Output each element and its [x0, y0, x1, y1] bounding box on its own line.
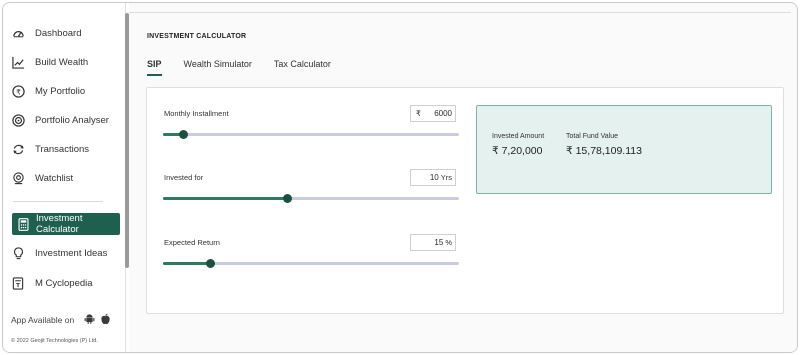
calculator-tabs: SIP Wealth Simulator Tax Calculator	[147, 59, 353, 76]
invested-for-input[interactable]: 10 Yrs	[410, 169, 456, 186]
expected-return-input[interactable]: 15 %	[410, 234, 456, 251]
svg-text:T: T	[16, 283, 20, 289]
sidebar-item-label: M Cyclopedia	[35, 277, 93, 289]
invested-amount-value: ₹ 7,20,000	[492, 145, 543, 157]
invested-for-value: 10	[429, 173, 439, 182]
sidebar-divider	[13, 201, 103, 202]
slider-fill	[163, 197, 288, 200]
sidebar-item-label: Investment Ideas	[35, 247, 108, 259]
dashboard-icon	[11, 26, 25, 40]
calculator-icon	[16, 217, 30, 231]
sip-calculator-card: Monthly Installment ₹ 6000 Invested for …	[146, 87, 784, 314]
app-store-links	[84, 313, 111, 327]
sidebar-item-label: Transactions	[35, 143, 90, 155]
sidebar-item-investment-ideas[interactable]: Investment Ideas	[11, 243, 123, 263]
invested-amount-label: Invested Amount	[492, 133, 545, 140]
sidebar-item-label: Dashboard	[35, 27, 82, 39]
sidebar-item-label: Investment Calculator	[36, 213, 83, 235]
invested-for-unit: Yrs	[440, 173, 452, 182]
total-fund-value: ₹ 15,78,109.113	[566, 145, 642, 157]
rupee-coin-icon: ₹	[11, 84, 25, 98]
sidebar-item-dashboard[interactable]: Dashboard	[11, 23, 123, 43]
refresh-icon	[11, 142, 25, 156]
sidebar-item-my-portfolio[interactable]: ₹ My Portfolio	[11, 81, 123, 101]
invested-for-slider[interactable]	[163, 192, 459, 204]
tab-tax-calculator[interactable]: Tax Calculator	[274, 59, 331, 76]
sidebar-item-label: Build Wealth	[35, 56, 89, 68]
tab-sip[interactable]: SIP	[147, 59, 162, 76]
slider-thumb[interactable]	[282, 193, 292, 203]
app-window: Dashboard Build Wealth ₹ My Portfolio Po…	[2, 2, 798, 353]
book-icon: T	[11, 276, 25, 290]
result-panel: Invested Amount ₹ 7,20,000 Total Fund Va…	[476, 105, 772, 194]
sidebar-item-transactions[interactable]: Transactions	[11, 139, 123, 159]
header-divider	[129, 12, 791, 13]
page-title: INVESTMENT CALCULATOR	[147, 33, 247, 40]
main-content: INVESTMENT CALCULATOR SIP Wealth Simulat…	[129, 3, 797, 352]
monthly-installment-label: Monthly Installment	[164, 109, 229, 118]
expected-return-slider[interactable]	[163, 257, 459, 269]
invested-for-label: Invested for	[164, 173, 204, 182]
sidebar-item-label: Watchlist	[35, 172, 74, 184]
sidebar-item-watchlist[interactable]: Watchlist	[11, 168, 123, 188]
copyright-text: © 2022 Geojit Technologies (P) Ltd.	[11, 338, 98, 344]
eye-icon	[11, 171, 25, 185]
sidebar: Dashboard Build Wealth ₹ My Portfolio Po…	[3, 3, 126, 352]
expected-return-label: Expected Return	[164, 238, 220, 247]
sidebar-item-m-cyclopedia[interactable]: T M Cyclopedia	[11, 273, 123, 293]
rupee-symbol: ₹	[416, 109, 421, 118]
sidebar-item-investment-calculator[interactable]: Investment Calculator	[12, 213, 120, 235]
chart-line-icon	[11, 55, 25, 69]
monthly-installment-input[interactable]: ₹ 6000	[410, 105, 456, 122]
svg-text:₹: ₹	[16, 87, 21, 96]
expected-return-unit: %	[445, 238, 452, 247]
monthly-installment-slider[interactable]	[163, 128, 459, 140]
sidebar-item-build-wealth[interactable]: Build Wealth	[11, 52, 123, 72]
slider-thumb[interactable]	[179, 129, 189, 139]
lightbulb-icon	[11, 246, 25, 260]
monthly-installment-value: 6000	[434, 109, 452, 118]
app-available-row: App Available on	[11, 313, 111, 327]
app-available-label: App Available on	[11, 315, 75, 325]
total-fund-value-label: Total Fund Value	[566, 133, 619, 140]
tab-wealth-simulator[interactable]: Wealth Simulator	[184, 59, 252, 76]
apple-icon[interactable]	[100, 313, 111, 327]
slider-fill	[163, 262, 211, 265]
expected-return-value: 15	[434, 238, 444, 247]
target-icon	[11, 113, 25, 127]
sidebar-item-label: Portfolio Analyser	[35, 114, 109, 126]
slider-track	[163, 133, 459, 136]
slider-thumb[interactable]	[205, 258, 215, 268]
sidebar-item-label: My Portfolio	[35, 85, 86, 97]
android-icon[interactable]	[84, 313, 95, 327]
sidebar-item-portfolio-analyser[interactable]: Portfolio Analyser	[11, 110, 123, 130]
